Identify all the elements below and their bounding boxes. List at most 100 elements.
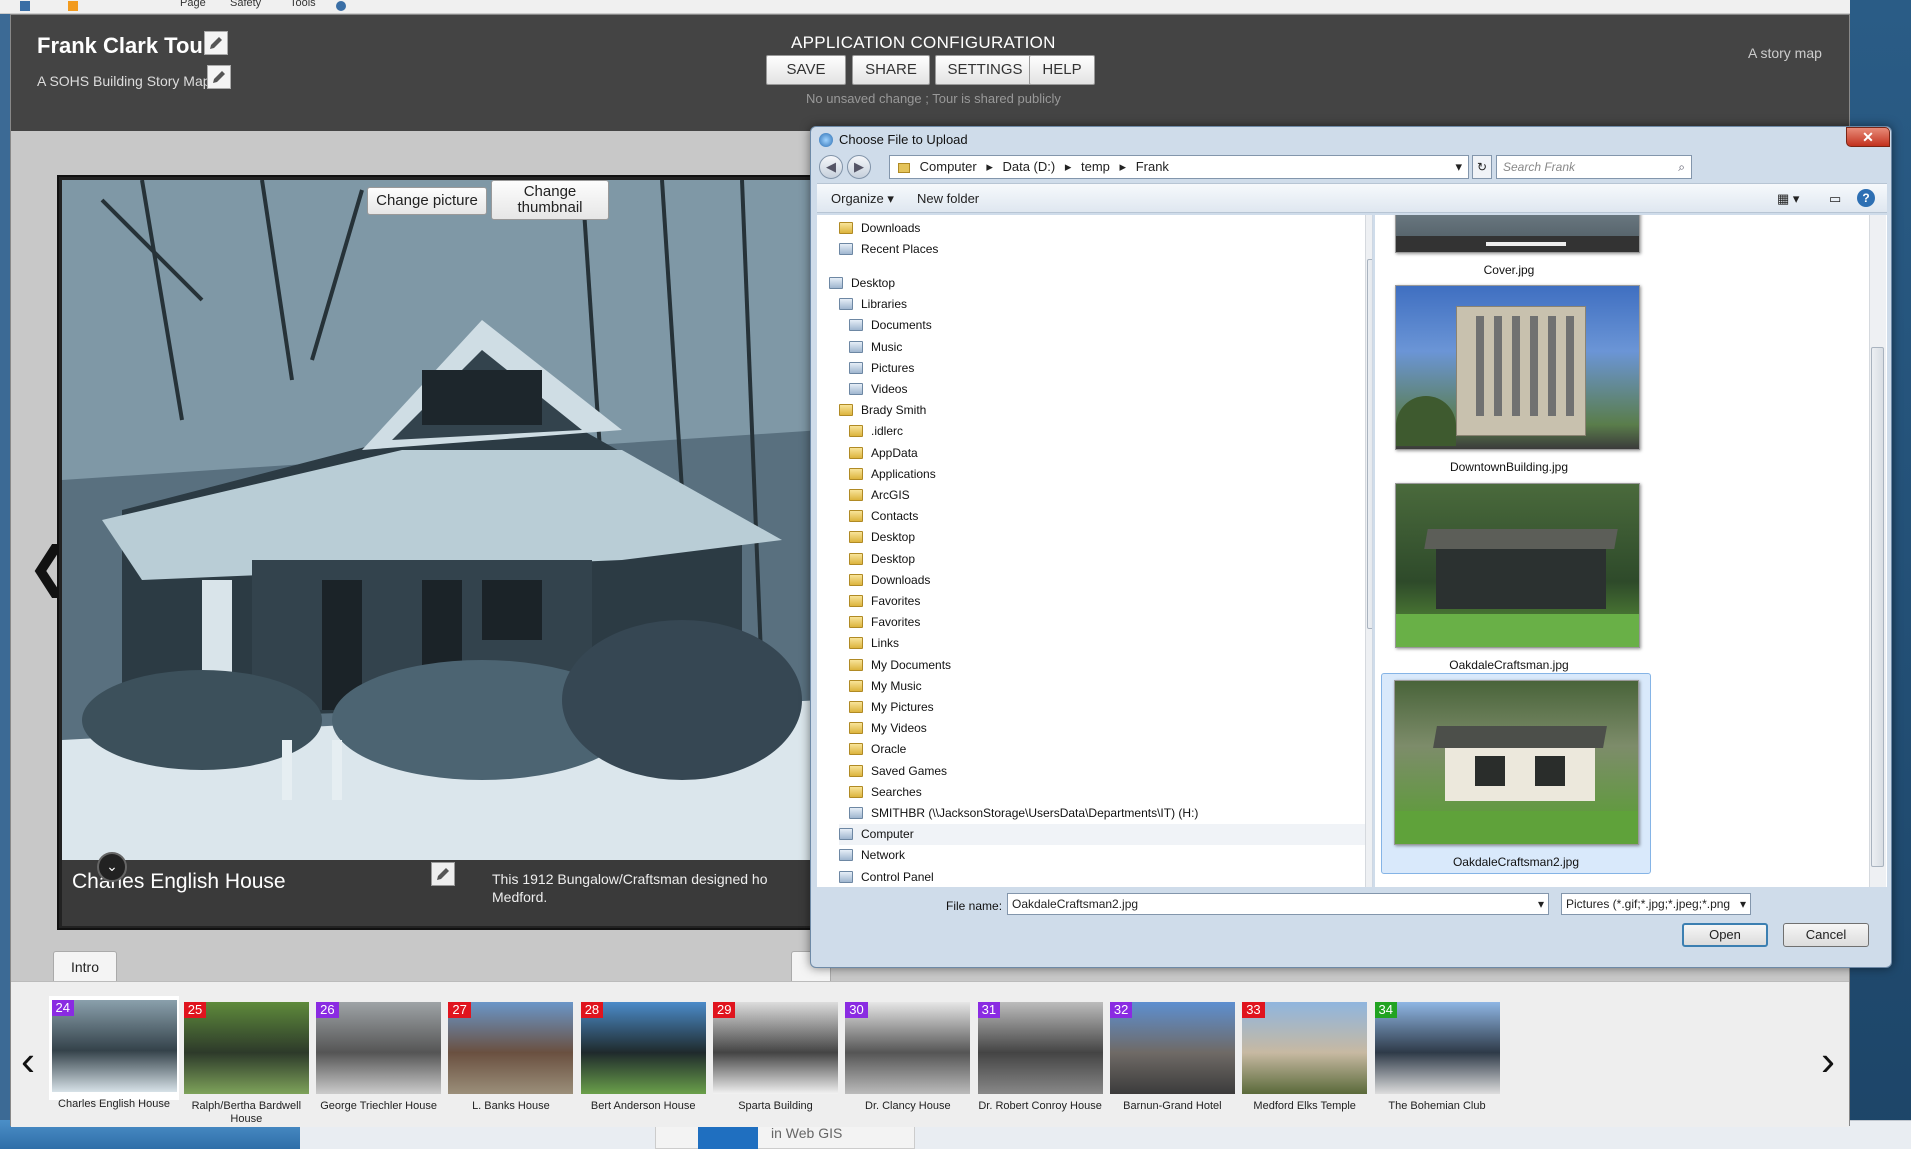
breadcrumb-frank[interactable]: Frank <box>1136 159 1169 174</box>
carousel-item[interactable]: 24 Charles English House <box>49 996 179 1110</box>
tree-item[interactable]: Downloads <box>849 569 930 590</box>
breadcrumb-computer[interactable]: Computer <box>920 159 977 174</box>
help-icon[interactable] <box>336 1 346 11</box>
carousel-item-label: Charles English House <box>58 1098 170 1110</box>
change-picture-button[interactable]: Change picture <box>367 187 487 215</box>
open-button[interactable]: Open <box>1682 923 1768 947</box>
carousel-item-number: 27 <box>448 1002 471 1018</box>
carousel-item-label: Sparta Building <box>738 1100 813 1112</box>
change-thumbnail-button[interactable]: Change thumbnail <box>491 180 609 220</box>
help-button[interactable]: HELP <box>1029 55 1095 85</box>
close-button[interactable]: ✕ <box>1846 127 1890 147</box>
organize-menu[interactable]: Organize ▾ <box>831 191 894 207</box>
file-name-input[interactable]: OakdaleCraftsman2.jpg ▾ <box>1007 893 1549 915</box>
file-item[interactable]: DowntownBuilding.jpg <box>1395 285 1640 474</box>
breadcrumb-temp[interactable]: temp <box>1081 159 1110 174</box>
collapse-caption-button[interactable]: ⌄ <box>97 852 127 882</box>
tree-item[interactable]: Desktop <box>849 527 915 548</box>
edit-caption-button[interactable] <box>431 862 455 886</box>
search-input[interactable]: Search Frank ⌕ <box>1496 155 1692 179</box>
edit-title-button[interactable] <box>204 31 228 55</box>
tools-menu[interactable]: Tools <box>290 0 316 9</box>
tree-item[interactable]: Documents <box>849 315 932 336</box>
tree-item[interactable]: My Music <box>849 675 922 696</box>
carousel-item[interactable]: 28 Bert Anderson House <box>578 1002 708 1112</box>
back-button[interactable]: ◀ <box>819 155 843 179</box>
tree-item[interactable]: Oracle <box>849 739 906 760</box>
safety-menu[interactable]: Safety <box>230 0 261 9</box>
tree-item[interactable]: Videos <box>849 378 907 399</box>
save-button[interactable]: SAVE <box>766 55 846 85</box>
preview-pane-icon[interactable]: ▭ <box>1829 191 1841 207</box>
tree-item-label: Libraries <box>861 297 908 312</box>
tree-item[interactable]: My Pictures <box>849 696 934 717</box>
tree-item[interactable]: Searches <box>849 781 922 802</box>
tab-intro[interactable]: Intro <box>53 951 117 983</box>
folder-icon <box>849 531 863 544</box>
tree-item-label: Oracle <box>871 742 907 757</box>
tree-item[interactable]: Contacts <box>849 506 918 527</box>
carousel-item[interactable]: 29 Sparta Building <box>711 1002 841 1112</box>
view-options-icon[interactable]: ▦ ▾ <box>1777 191 1799 207</box>
tree-item[interactable]: Music <box>849 336 902 357</box>
tree-item[interactable]: Network <box>839 845 905 866</box>
forward-button[interactable]: ▶ <box>847 155 871 179</box>
carousel-previous-icon[interactable]: ‹ <box>21 1037 35 1085</box>
carousel-item[interactable]: 26 George Triechler House <box>314 1002 444 1112</box>
tree-item[interactable]: Computer <box>839 823 1372 845</box>
tree-item[interactable]: Brady Smith <box>839 400 926 421</box>
chevron-down-icon[interactable]: ▾ <box>1538 894 1544 914</box>
carousel-next-icon[interactable]: › <box>1821 1037 1835 1085</box>
carousel-item[interactable]: 34 The Bohemian Club <box>1372 1002 1502 1112</box>
home-icon[interactable] <box>20 1 30 11</box>
pencil-icon <box>210 37 222 49</box>
tree-item[interactable]: Favorites <box>849 590 920 611</box>
tree-item[interactable]: ArcGIS <box>849 484 910 505</box>
tree-item[interactable]: Saved Games <box>849 760 947 781</box>
file-item[interactable]: Cover.jpg <box>1395 215 1640 277</box>
tree-item[interactable]: Downloads <box>839 217 920 238</box>
new-folder-button[interactable]: New folder <box>917 191 979 206</box>
tree-item[interactable]: Pictures <box>849 357 914 378</box>
tree-item[interactable]: Desktop <box>849 548 915 569</box>
file-type-select[interactable]: Pictures (*.gif;*.jpg;*.jpeg;*.png ▾ <box>1561 893 1751 915</box>
page-menu[interactable]: Page <box>180 0 206 9</box>
tree-item[interactable]: AppData <box>849 442 918 463</box>
carousel-item[interactable]: 33 Medford Elks Temple <box>1240 1002 1370 1112</box>
tree-item[interactable]: Desktop <box>829 272 895 293</box>
carousel-item[interactable]: 27 L. Banks House <box>446 1002 576 1112</box>
search-icon: ⌕ <box>1678 160 1685 174</box>
carousel-item[interactable]: 25 Ralph/Bertha Bardwell House <box>181 1002 311 1125</box>
edit-subtitle-button[interactable] <box>207 65 231 89</box>
tree-item-label: Favorites <box>871 615 921 630</box>
tree-item[interactable]: Favorites <box>849 612 920 633</box>
tree-item[interactable]: Libraries <box>839 294 907 315</box>
folder-icon <box>849 616 863 629</box>
chevron-down-icon[interactable]: ▾ <box>1455 156 1462 178</box>
file-thumbnail <box>1395 483 1640 648</box>
nav-scrollbar-thumb[interactable] <box>1367 259 1372 629</box>
tree-item[interactable]: SMITHBR (\\JacksonStorage\UsersData\Depa… <box>849 802 1198 823</box>
cancel-button[interactable]: Cancel <box>1783 923 1869 947</box>
tree-item-label: Favorites <box>871 593 921 608</box>
tree-item[interactable]: Control Panel <box>839 866 934 887</box>
file-item-selected[interactable]: OakdaleCraftsman2.jpg <box>1381 673 1651 874</box>
carousel-item[interactable]: 32 Barnun-Grand Hotel <box>1107 1002 1237 1112</box>
breadcrumb-data-drive[interactable]: Data (D:) <box>1002 159 1055 174</box>
tree-item[interactable]: Recent Places <box>839 238 938 259</box>
tree-item[interactable]: .idlerc <box>849 421 903 442</box>
settings-button[interactable]: SETTINGS <box>935 55 1035 85</box>
file-scrollbar-thumb[interactable] <box>1871 347 1884 867</box>
address-bar[interactable]: Computer ▸ Data (D:) ▸ temp ▸ Frank ▾ <box>889 155 1469 179</box>
tree-item[interactable]: My Videos <box>849 718 927 739</box>
help-icon[interactable]: ? <box>1857 189 1875 207</box>
feeds-icon[interactable] <box>68 1 78 11</box>
file-item[interactable]: OakdaleCraftsman.jpg <box>1395 483 1640 672</box>
tree-item[interactable]: Links <box>849 633 899 654</box>
refresh-button[interactable]: ↻ <box>1472 155 1492 179</box>
carousel-item[interactable]: 30 Dr. Clancy House <box>843 1002 973 1112</box>
tree-item[interactable]: Applications <box>849 463 936 484</box>
carousel-item[interactable]: 31 Dr. Robert Conroy House <box>975 1002 1105 1112</box>
tree-item[interactable]: My Documents <box>849 654 951 675</box>
share-button[interactable]: SHARE <box>852 55 930 85</box>
